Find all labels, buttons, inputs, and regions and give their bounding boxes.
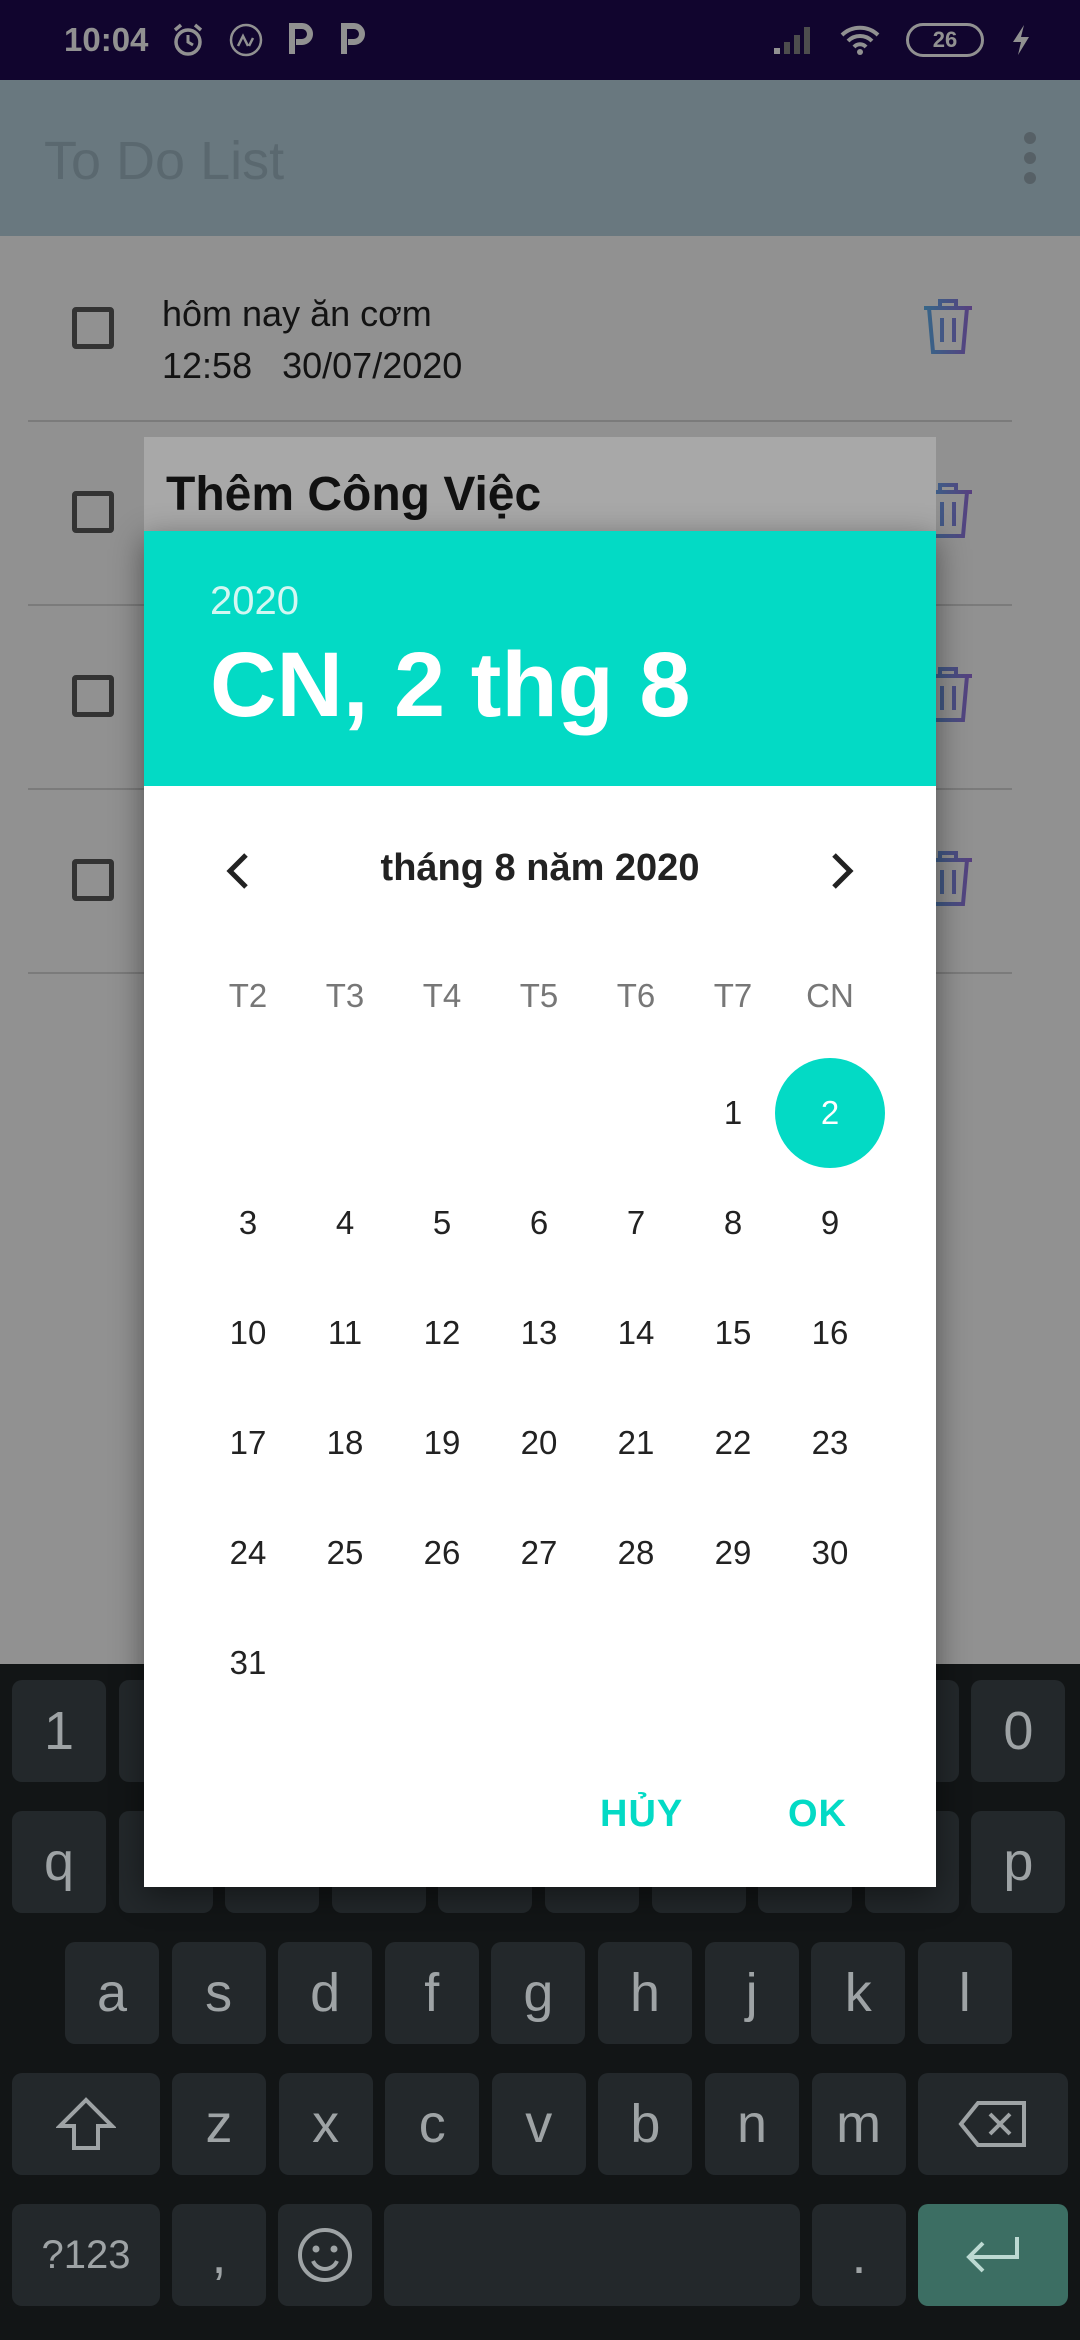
calendar-day[interactable]: 12 [393, 1284, 491, 1382]
key-b[interactable]: b [598, 2073, 693, 2175]
calendar-day[interactable]: 10 [199, 1284, 297, 1382]
key-d[interactable]: d [278, 1942, 373, 2044]
key-p[interactable]: p [971, 1811, 1066, 1913]
calendar-day[interactable]: 27 [490, 1504, 588, 1602]
calendar-day[interactable]: 26 [393, 1504, 491, 1602]
calendar-day[interactable]: 25 [296, 1504, 394, 1602]
key-v[interactable]: v [491, 2073, 586, 2175]
add-task-title: Thêm Công Việc [166, 468, 542, 521]
picker-selected-date: CN, 2 thg 8 [210, 634, 691, 736]
ok-button[interactable]: OK [788, 1793, 847, 1836]
weekday-label: CN [806, 977, 854, 1014]
calendar-day[interactable]: 18 [296, 1394, 394, 1492]
calendar-day[interactable]: 16 [781, 1284, 879, 1382]
key-n[interactable]: n [705, 2073, 799, 2175]
shift-icon [56, 2097, 116, 2150]
calendar-day[interactable]: 9 [781, 1174, 879, 1272]
picker-year[interactable]: 2020 [210, 579, 299, 624]
calendar-day[interactable]: 17 [199, 1394, 297, 1492]
space-key[interactable] [384, 2204, 800, 2306]
calendar-day[interactable]: 6 [490, 1174, 588, 1272]
picker-actions: HỦY OK [144, 1771, 936, 1861]
emoji-key[interactable] [278, 2204, 372, 2306]
weekday-label: T4 [422, 977, 462, 1014]
key-h[interactable]: h [598, 1942, 692, 2044]
key-j[interactable]: j [704, 1942, 799, 2044]
next-month-button[interactable] [816, 845, 868, 897]
weekday-label: T5 [519, 977, 559, 1014]
calendar-day[interactable]: 21 [587, 1394, 685, 1492]
chevron-right-icon [832, 853, 854, 889]
calendar-day[interactable]: 28 [587, 1504, 685, 1602]
emoji-icon [298, 2228, 352, 2282]
calendar-day[interactable]: 14 [587, 1284, 685, 1382]
date-picker-dialog: 2020 CN, 2 thg 8 tháng 8 năm 2020 T2 T3 T4… [144, 531, 936, 1887]
key-g[interactable]: g [491, 1942, 586, 2044]
key-f[interactable]: f [384, 1942, 479, 2044]
calendar-day[interactable]: 8 [684, 1174, 782, 1272]
calendar-day[interactable]: 15 [684, 1284, 782, 1382]
calendar-day[interactable]: 30 [781, 1504, 879, 1602]
calendar-day[interactable]: 13 [490, 1284, 588, 1382]
calendar-day[interactable]: 11 [296, 1284, 394, 1382]
calendar-day[interactable]: 22 [684, 1394, 782, 1492]
backspace-key[interactable] [918, 2073, 1068, 2175]
period-key[interactable]: . [812, 2204, 906, 2306]
key-a[interactable]: a [65, 1942, 159, 2044]
key-q[interactable]: q [12, 1811, 106, 1913]
weekday-label: T2 [228, 977, 268, 1014]
enter-key[interactable] [918, 2204, 1068, 2306]
weekday-label: T7 [713, 977, 753, 1014]
month-navigation: tháng 8 năm 2020 [144, 831, 936, 911]
calendar-day[interactable]: 20 [490, 1394, 588, 1492]
key-k[interactable]: k [811, 1942, 906, 2044]
calendar-day[interactable]: 5 [393, 1174, 491, 1272]
weekday-label: T6 [616, 977, 656, 1014]
calendar-day[interactable]: 4 [296, 1174, 394, 1272]
key-x[interactable]: x [278, 2073, 373, 2175]
calendar-day-selected[interactable]: 2 [775, 1058, 885, 1168]
calendar-day[interactable]: 31 [199, 1614, 297, 1712]
calendar-day[interactable]: 3 [199, 1174, 297, 1272]
cancel-button[interactable]: HỦY [600, 1793, 683, 1836]
calendar-day[interactable]: 7 [587, 1174, 685, 1272]
key-1[interactable]: 1 [12, 1680, 106, 1782]
shift-key[interactable] [12, 2073, 160, 2175]
key-m[interactable]: m [811, 2073, 906, 2175]
key-l[interactable]: l [917, 1942, 1012, 2044]
symbols-key[interactable]: ?123 [12, 2204, 160, 2306]
calendar-day[interactable]: 1 [684, 1064, 782, 1162]
calendar-day[interactable]: 23 [781, 1394, 879, 1492]
key-z[interactable]: z [172, 2073, 266, 2175]
backspace-icon [958, 2101, 1026, 2147]
date-picker-header: 2020 CN, 2 thg 8 [144, 531, 936, 786]
weekday-label: T3 [325, 977, 365, 1014]
calendar-day[interactable]: 29 [684, 1504, 782, 1602]
key-c[interactable]: c [385, 2073, 480, 2175]
key-s[interactable]: s [171, 1942, 266, 2044]
comma-key[interactable]: , [172, 2204, 266, 2306]
key-0[interactable]: 0 [971, 1680, 1066, 1782]
calendar-day[interactable]: 19 [393, 1394, 491, 1492]
enter-icon [966, 2237, 1019, 2273]
calendar-day[interactable]: 24 [199, 1504, 297, 1602]
